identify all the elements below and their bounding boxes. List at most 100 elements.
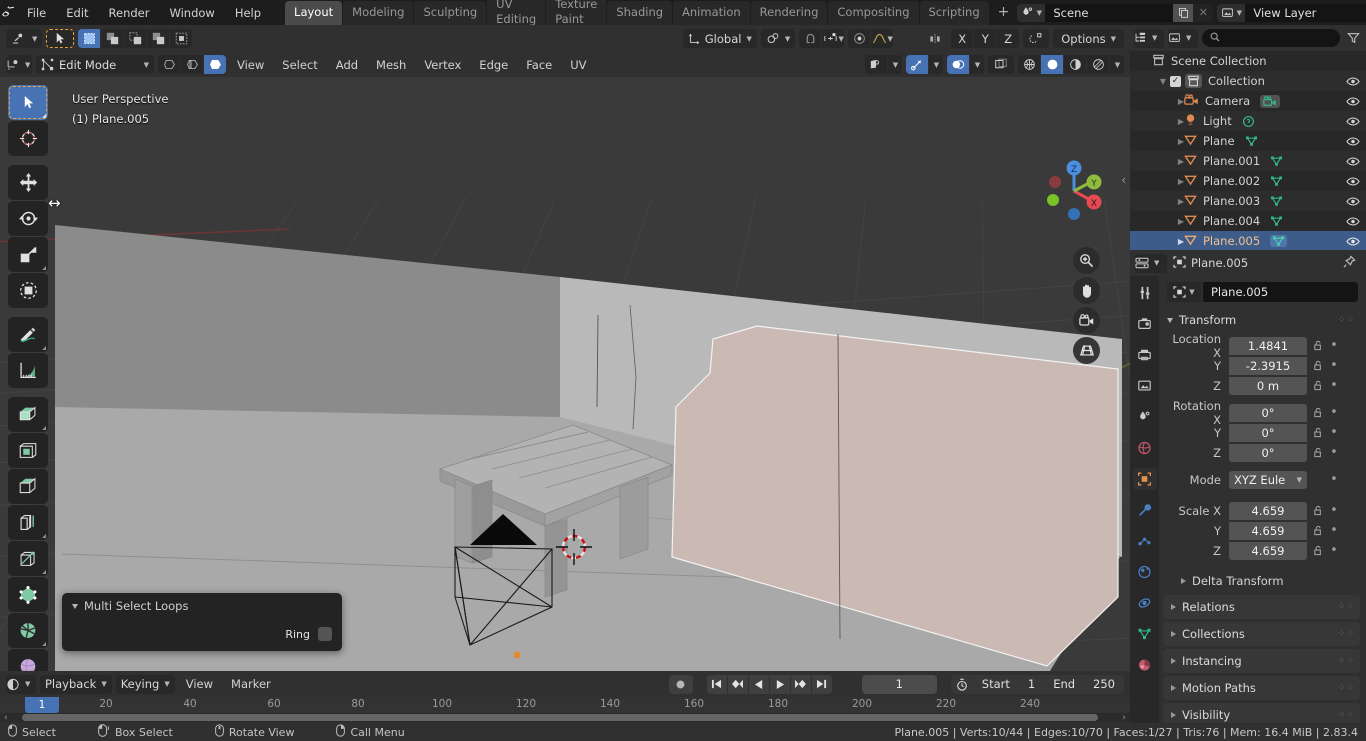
- viewport-sidebar-toggle[interactable]: ‹: [1121, 173, 1126, 187]
- rendered-shading-icon[interactable]: [1087, 55, 1109, 74]
- animate-property-dot[interactable]: •: [1329, 473, 1339, 486]
- proportional-edit-icon[interactable]: [848, 29, 871, 48]
- animate-property-dot[interactable]: •: [1329, 379, 1339, 392]
- hide-in-viewport-icon[interactable]: [1346, 116, 1360, 127]
- outliner-row-plane[interactable]: ▶ Plane: [1130, 131, 1366, 151]
- location-z-field[interactable]: 0 m: [1229, 376, 1307, 395]
- hide-in-viewport-icon[interactable]: [1346, 76, 1360, 87]
- workspace-tab-animation[interactable]: Animation: [673, 0, 750, 25]
- view-layer-name[interactable]: View Layer: [1245, 3, 1366, 22]
- tool-tweak-icon[interactable]: [46, 29, 75, 48]
- object-visibility-dropdown[interactable]: ▼: [888, 55, 902, 74]
- shading-dropdown[interactable]: ▼: [1110, 55, 1124, 74]
- snap-target-icon[interactable]: ▼: [822, 29, 845, 48]
- viewport-menu-select[interactable]: Select: [275, 56, 324, 74]
- triangle-right-icon[interactable]: ▶: [1174, 137, 1188, 146]
- measure-tool-icon[interactable]: [8, 353, 48, 388]
- viewport-menu-edge[interactable]: Edge: [472, 56, 515, 74]
- play-icon[interactable]: [769, 674, 790, 694]
- properties-tab-physics[interactable]: [1133, 561, 1157, 583]
- lock-icon[interactable]: [1311, 447, 1325, 458]
- move-tool-icon[interactable]: [8, 165, 48, 200]
- start-frame-value[interactable]: 1: [1019, 675, 1044, 694]
- menu-help[interactable]: Help: [225, 2, 271, 24]
- animate-property-dot[interactable]: •: [1329, 504, 1339, 517]
- viewport-menu-mesh[interactable]: Mesh: [369, 56, 413, 74]
- menu-file[interactable]: File: [17, 2, 56, 24]
- redo-panel[interactable]: Multi Select Loops Ring: [62, 593, 342, 651]
- viewport-menu-view[interactable]: View: [230, 56, 271, 74]
- transform-orientation-selector[interactable]: Global ▼: [682, 29, 757, 48]
- triangle-right-icon[interactable]: ▶: [1174, 237, 1188, 246]
- properties-tab-tool[interactable]: [1133, 282, 1157, 304]
- workspace-tab-layout[interactable]: Layout: [285, 0, 343, 25]
- outliner-row-camera[interactable]: ▶ Camera: [1130, 91, 1366, 111]
- rotation-mode-dropdown[interactable]: XYZ Eule ▼: [1229, 470, 1307, 489]
- menu-edit[interactable]: Edit: [56, 2, 98, 24]
- gizmo-icon[interactable]: [906, 55, 928, 74]
- animate-property-dot[interactable]: •: [1329, 524, 1339, 537]
- rotation-x-field[interactable]: 0°: [1229, 403, 1307, 422]
- stopwatch-icon[interactable]: [951, 675, 973, 694]
- scale-y-field[interactable]: 4.659: [1229, 521, 1307, 540]
- animate-property-dot[interactable]: •: [1329, 339, 1339, 352]
- face-select-icon[interactable]: [204, 55, 226, 74]
- scroll-left-handle[interactable]: ‹: [4, 713, 8, 723]
- scroll-right-handle[interactable]: ›: [1122, 713, 1126, 723]
- wireframe-shading-icon[interactable]: [1018, 55, 1040, 74]
- lock-icon[interactable]: [1311, 340, 1325, 351]
- inset-faces-tool-icon[interactable]: [8, 433, 48, 468]
- camera-data-icon[interactable]: [1260, 94, 1281, 108]
- zoom-icon[interactable]: [1073, 247, 1100, 274]
- triangle-right-icon[interactable]: ▶: [1174, 117, 1188, 126]
- workspace-tab-rendering[interactable]: Rendering: [750, 0, 828, 25]
- triangle-right-icon[interactable]: ▶: [1174, 217, 1188, 226]
- new-scene-button[interactable]: [1173, 3, 1194, 22]
- overlays-icon[interactable]: [947, 55, 969, 74]
- location-y-field[interactable]: -2.3915: [1229, 356, 1307, 375]
- editor-type-3dview-icon[interactable]: ▼: [6, 55, 32, 74]
- timeline-menu-keying[interactable]: Keying ▼: [115, 674, 175, 694]
- knife-tool-icon[interactable]: [8, 541, 48, 576]
- lock-icon[interactable]: [1311, 505, 1325, 516]
- subtract-select-icon[interactable]: [124, 29, 147, 48]
- mode-selector[interactable]: Edit Mode ▼: [36, 55, 154, 74]
- rotation-y-field[interactable]: 0°: [1229, 423, 1307, 442]
- properties-tab-object[interactable]: [1132, 468, 1157, 490]
- animate-property-dot[interactable]: •: [1329, 426, 1339, 439]
- play-reverse-icon[interactable]: [748, 674, 769, 694]
- current-frame-field[interactable]: 1: [861, 674, 937, 694]
- mesh-data-icon[interactable]: [1245, 135, 1258, 147]
- location-x-field[interactable]: 1.4841: [1229, 336, 1307, 355]
- outliner-row-plane-002[interactable]: ▶ Plane.002: [1130, 171, 1366, 191]
- scene-name[interactable]: Scene: [1045, 3, 1174, 22]
- outliner-row-plane-004[interactable]: ▶ Plane.004: [1130, 211, 1366, 231]
- bevel-tool-icon[interactable]: [8, 469, 48, 504]
- scale-z-field[interactable]: 4.659: [1229, 541, 1307, 560]
- smooth-tool-icon[interactable]: [8, 649, 48, 671]
- lock-icon[interactable]: [1311, 525, 1325, 536]
- mesh-data-icon[interactable]: [1270, 175, 1283, 187]
- viewport-3d[interactable]: User Perspective (1) Plane.005 ↔ X Y Z ‹…: [0, 77, 1130, 671]
- timeline-menu-view[interactable]: View: [179, 675, 220, 693]
- spin-tool-icon[interactable]: [8, 613, 48, 648]
- mirror-topology-icon[interactable]: [1023, 29, 1050, 48]
- triangle-right-icon[interactable]: ▶: [1174, 197, 1188, 206]
- hide-in-viewport-icon[interactable]: [1346, 136, 1360, 147]
- mesh-data-icon[interactable]: [1270, 195, 1283, 207]
- solid-shading-icon[interactable]: [1041, 55, 1063, 74]
- gizmo-dropdown[interactable]: ▼: [929, 55, 943, 74]
- rotate-tool-icon[interactable]: [8, 201, 48, 236]
- loop-cut-tool-icon[interactable]: [8, 505, 48, 540]
- viewport-menu-add[interactable]: Add: [329, 56, 365, 74]
- annotate-tool-icon[interactable]: [8, 317, 48, 352]
- smooth-falloff-icon[interactable]: ▼: [871, 29, 894, 48]
- view-layer-icon[interactable]: ▼: [1217, 3, 1246, 22]
- viewport-menu-uv[interactable]: UV: [563, 56, 593, 74]
- hide-in-viewport-icon[interactable]: [1346, 156, 1360, 167]
- workspace-tab-shading[interactable]: Shading: [607, 0, 673, 25]
- blender-logo-icon[interactable]: [0, 0, 17, 25]
- properties-tab-particles[interactable]: [1133, 530, 1157, 552]
- pin-icon[interactable]: [1343, 255, 1361, 271]
- view-layer-selector[interactable]: ▼ View Layer ✕: [1217, 3, 1366, 22]
